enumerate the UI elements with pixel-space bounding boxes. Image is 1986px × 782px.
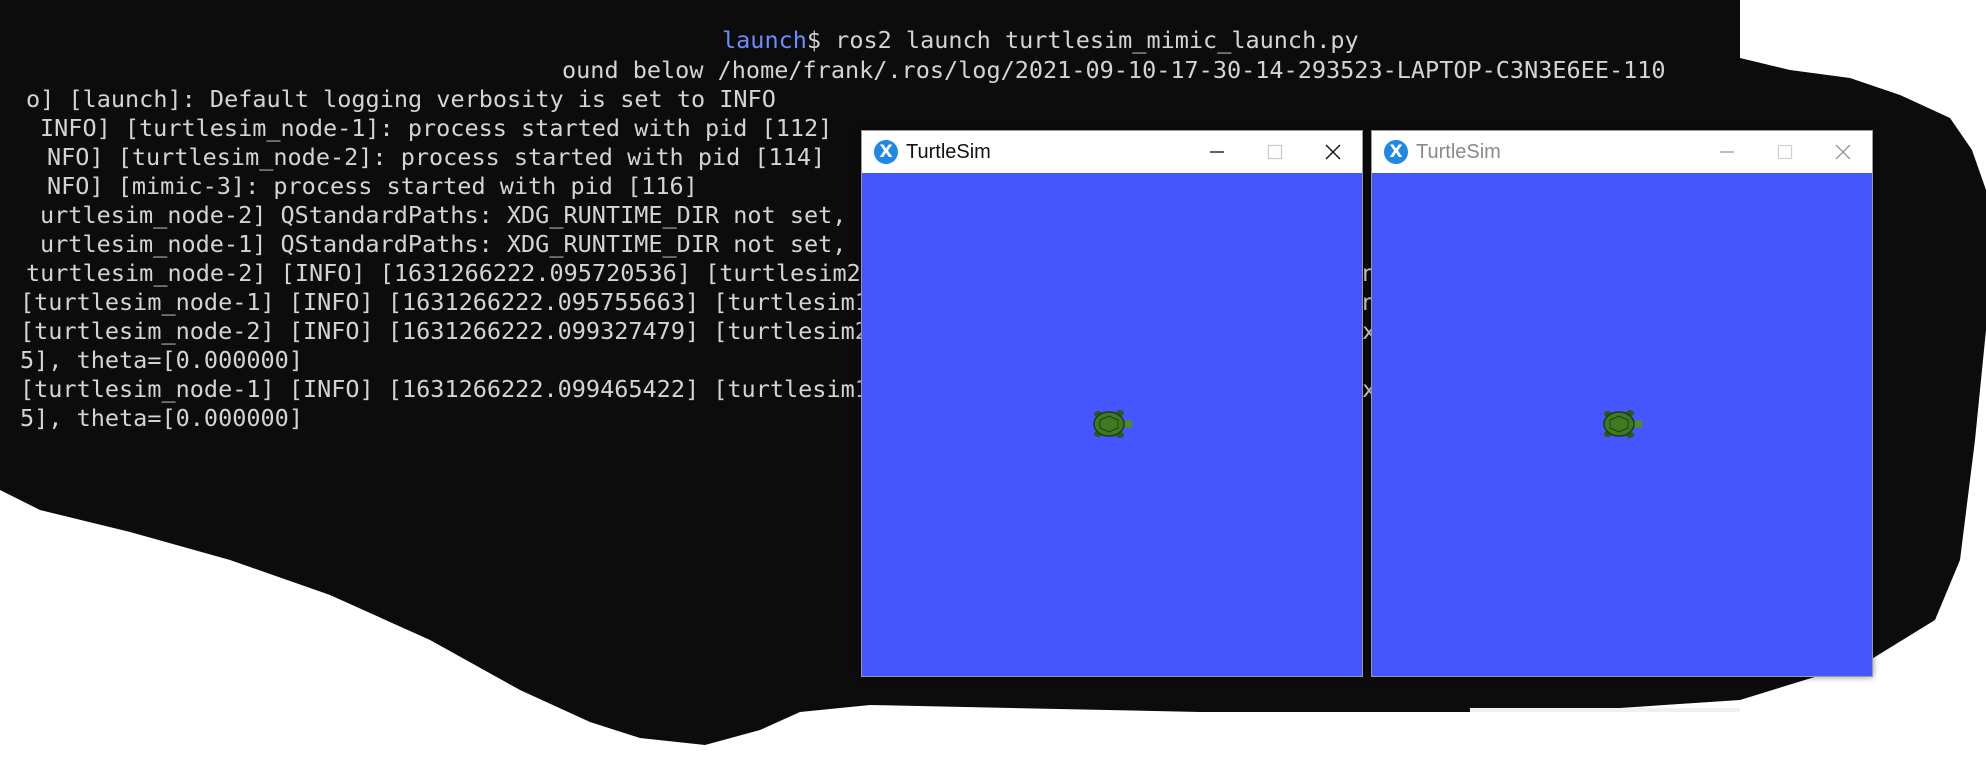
window-titlebar[interactable]: X TurtleSim bbox=[1372, 131, 1872, 173]
terminal-line: INFO] [turtlesim_node-1]: process starte… bbox=[40, 114, 833, 142]
maximize-button[interactable] bbox=[1246, 131, 1304, 173]
window-titlebar[interactable]: X TurtleSim bbox=[862, 131, 1362, 173]
turtle-icon bbox=[1093, 410, 1133, 438]
terminal-line: NFO] [turtlesim_node-2]: process started… bbox=[47, 143, 826, 171]
minimize-icon bbox=[1720, 151, 1734, 153]
terminal-line: NFO] [mimic-3]: process started with pid… bbox=[47, 172, 698, 200]
turtlesim-window-2[interactable]: X TurtleSim bbox=[1371, 130, 1873, 677]
terminal-line: urtlesim_node-2] QStandardPaths: XDG_RUN… bbox=[40, 201, 847, 229]
terminal-line: urtlesim_node-1] QStandardPaths: XDG_RUN… bbox=[40, 230, 847, 258]
maximize-icon bbox=[1777, 144, 1793, 160]
xlaunch-app-icon: X bbox=[1384, 140, 1408, 164]
terminal-line: o] [launch]: Default logging verbosity i… bbox=[26, 85, 776, 113]
close-icon bbox=[1835, 144, 1851, 160]
prompt-command: $ ros2 launch turtlesim_mimic_launch.py bbox=[806, 26, 1359, 54]
terminal-line: 5], theta=[0.000000] bbox=[20, 404, 303, 432]
terminal-line: 5], theta=[0.000000] bbox=[20, 346, 303, 374]
simulation-canvas[interactable] bbox=[862, 173, 1362, 676]
close-icon bbox=[1325, 144, 1341, 160]
terminal-line: [turtlesim_node-2] [INFO] [1631266222.09… bbox=[20, 317, 869, 345]
turtlesim-window-1[interactable]: X TurtleSim bbox=[861, 130, 1363, 677]
terminal-line: [turtlesim_node-1] [INFO] [1631266222.09… bbox=[20, 375, 869, 403]
close-button[interactable] bbox=[1304, 131, 1362, 173]
minimize-icon bbox=[1210, 151, 1224, 153]
prompt-path: launch bbox=[722, 26, 807, 54]
minimize-button[interactable] bbox=[1698, 131, 1756, 173]
terminal-line: turtlesim_node-2] [INFO] [1631266222.095… bbox=[26, 259, 861, 287]
close-button[interactable] bbox=[1814, 131, 1872, 173]
window-title: TurtleSim bbox=[906, 141, 991, 163]
terminal-prompt-line: launch$ ros2 launch turtlesim_mimic_laun… bbox=[722, 26, 1359, 55]
terminal-line: [turtlesim_node-1] [INFO] [1631266222.09… bbox=[20, 288, 869, 316]
terminal-line: ound below /home/frank/.ros/log/2021-09-… bbox=[562, 56, 1666, 84]
maximize-icon bbox=[1267, 144, 1283, 160]
minimize-button[interactable] bbox=[1188, 131, 1246, 173]
maximize-button[interactable] bbox=[1756, 131, 1814, 173]
window-title: TurtleSim bbox=[1416, 141, 1501, 163]
simulation-canvas[interactable] bbox=[1372, 173, 1872, 676]
turtle-icon bbox=[1603, 410, 1643, 438]
xlaunch-app-icon: X bbox=[874, 140, 898, 164]
